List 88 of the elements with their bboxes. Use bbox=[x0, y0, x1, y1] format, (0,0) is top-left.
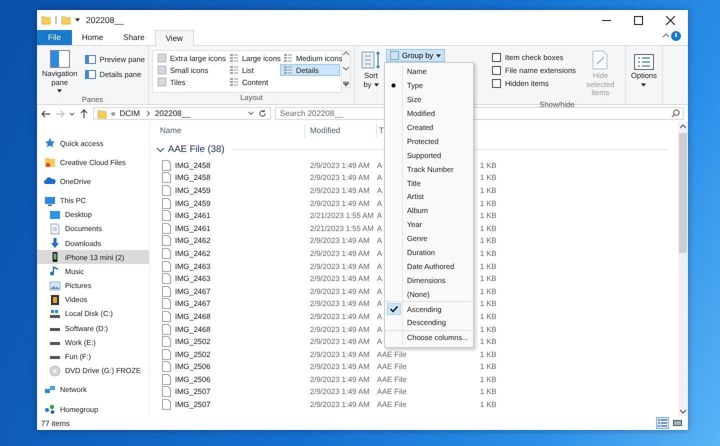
drive-icon bbox=[49, 308, 61, 320]
file-icon bbox=[162, 273, 171, 284]
group-header[interactable]: AAE File (38) bbox=[168, 144, 224, 154]
sort-icon bbox=[361, 50, 381, 70]
pane-icon bbox=[50, 50, 70, 68]
monitor-icon bbox=[44, 194, 56, 207]
checkmark-icon bbox=[386, 303, 400, 316]
checkbox-box[interactable] bbox=[492, 66, 501, 74]
download-icon bbox=[49, 237, 61, 250]
column-header[interactable]: Modified bbox=[305, 124, 377, 138]
desktop-icon bbox=[49, 208, 61, 221]
thumbnails-view-button[interactable] bbox=[671, 417, 684, 429]
help-icon bbox=[670, 30, 682, 42]
back-icon bbox=[41, 108, 51, 118]
folder-icon bbox=[44, 156, 56, 168]
caret-icon bbox=[374, 82, 378, 87]
search-icon bbox=[671, 109, 680, 118]
details-view-icon bbox=[658, 419, 667, 427]
address-field[interactable]: « DCIM 202208__ bbox=[93, 107, 271, 120]
file-icon bbox=[162, 184, 171, 196]
ribbon-tab[interactable]: View bbox=[154, 30, 194, 46]
caret-icon bbox=[641, 82, 646, 87]
file-icon bbox=[162, 399, 171, 410]
file-icon bbox=[162, 336, 171, 348]
scroll-up-icon bbox=[343, 51, 349, 56]
pane-icon bbox=[85, 55, 96, 64]
options-icon bbox=[634, 54, 654, 70]
breadcrumb[interactable]: DCIM bbox=[119, 109, 140, 118]
file-icon bbox=[162, 286, 171, 297]
file-icon bbox=[162, 386, 171, 398]
bullet-icon bbox=[391, 83, 396, 88]
file-icon bbox=[162, 235, 171, 246]
ribbon-tab[interactable]: File bbox=[37, 30, 72, 45]
column-header[interactable]: T bbox=[377, 124, 383, 138]
file-icon bbox=[162, 348, 171, 360]
caret-icon bbox=[436, 54, 442, 58]
view-icon bbox=[229, 65, 239, 75]
file-icon bbox=[162, 260, 171, 272]
view-icon bbox=[283, 65, 293, 75]
file-icon bbox=[162, 324, 171, 335]
network-icon bbox=[44, 384, 56, 396]
homegroup-icon bbox=[44, 403, 56, 415]
star-icon bbox=[44, 137, 56, 150]
up-icon bbox=[79, 108, 89, 118]
document-icon bbox=[49, 222, 61, 235]
view-icon bbox=[229, 53, 239, 63]
scroll-down-icon bbox=[343, 66, 349, 71]
file-icon bbox=[162, 361, 171, 372]
close-icon bbox=[666, 16, 674, 24]
group-icon bbox=[390, 51, 399, 60]
file-icon bbox=[162, 248, 171, 259]
view-icon bbox=[229, 77, 239, 87]
disc-icon bbox=[49, 364, 61, 377]
view-icon bbox=[283, 53, 293, 63]
checkbox-box[interactable] bbox=[492, 78, 501, 88]
thumbnails-view-icon bbox=[673, 419, 682, 427]
ribbon-tab[interactable]: Home bbox=[72, 30, 114, 45]
checkbox-box[interactable] bbox=[492, 52, 501, 62]
file-icon bbox=[162, 160, 171, 171]
page-icon bbox=[592, 50, 608, 70]
refresh-icon bbox=[258, 109, 267, 118]
overflow-chevrons[interactable]: « bbox=[111, 109, 116, 118]
scrollbar-thumb[interactable] bbox=[679, 133, 687, 253]
window-title: 202208__ bbox=[86, 15, 125, 25]
file-icon bbox=[162, 298, 171, 310]
file-icon bbox=[162, 198, 171, 209]
music-note-icon bbox=[49, 265, 61, 278]
folder-icon bbox=[97, 108, 107, 118]
scroll-up-icon bbox=[680, 124, 686, 129]
caret-icon bbox=[75, 18, 80, 22]
separator-icon bbox=[55, 15, 57, 25]
film-icon bbox=[49, 294, 61, 306]
file-icon bbox=[162, 222, 171, 234]
column-header[interactable]: Name bbox=[155, 124, 305, 138]
breadcrumb[interactable]: 202208__ bbox=[154, 109, 190, 118]
caret-icon bbox=[57, 89, 62, 94]
maximize-icon bbox=[634, 16, 642, 24]
file-icon bbox=[162, 210, 171, 222]
forward-icon bbox=[55, 108, 65, 118]
details-view-button[interactable] bbox=[656, 417, 669, 429]
file-icon bbox=[162, 310, 171, 322]
scroll-down-icon bbox=[680, 409, 686, 414]
pane-icon bbox=[85, 70, 96, 79]
ribbon-tab[interactable]: Share bbox=[113, 30, 155, 45]
expand-icon bbox=[343, 81, 349, 87]
file-icon bbox=[162, 172, 171, 184]
picture-icon bbox=[49, 280, 61, 292]
file-icon bbox=[162, 374, 171, 385]
